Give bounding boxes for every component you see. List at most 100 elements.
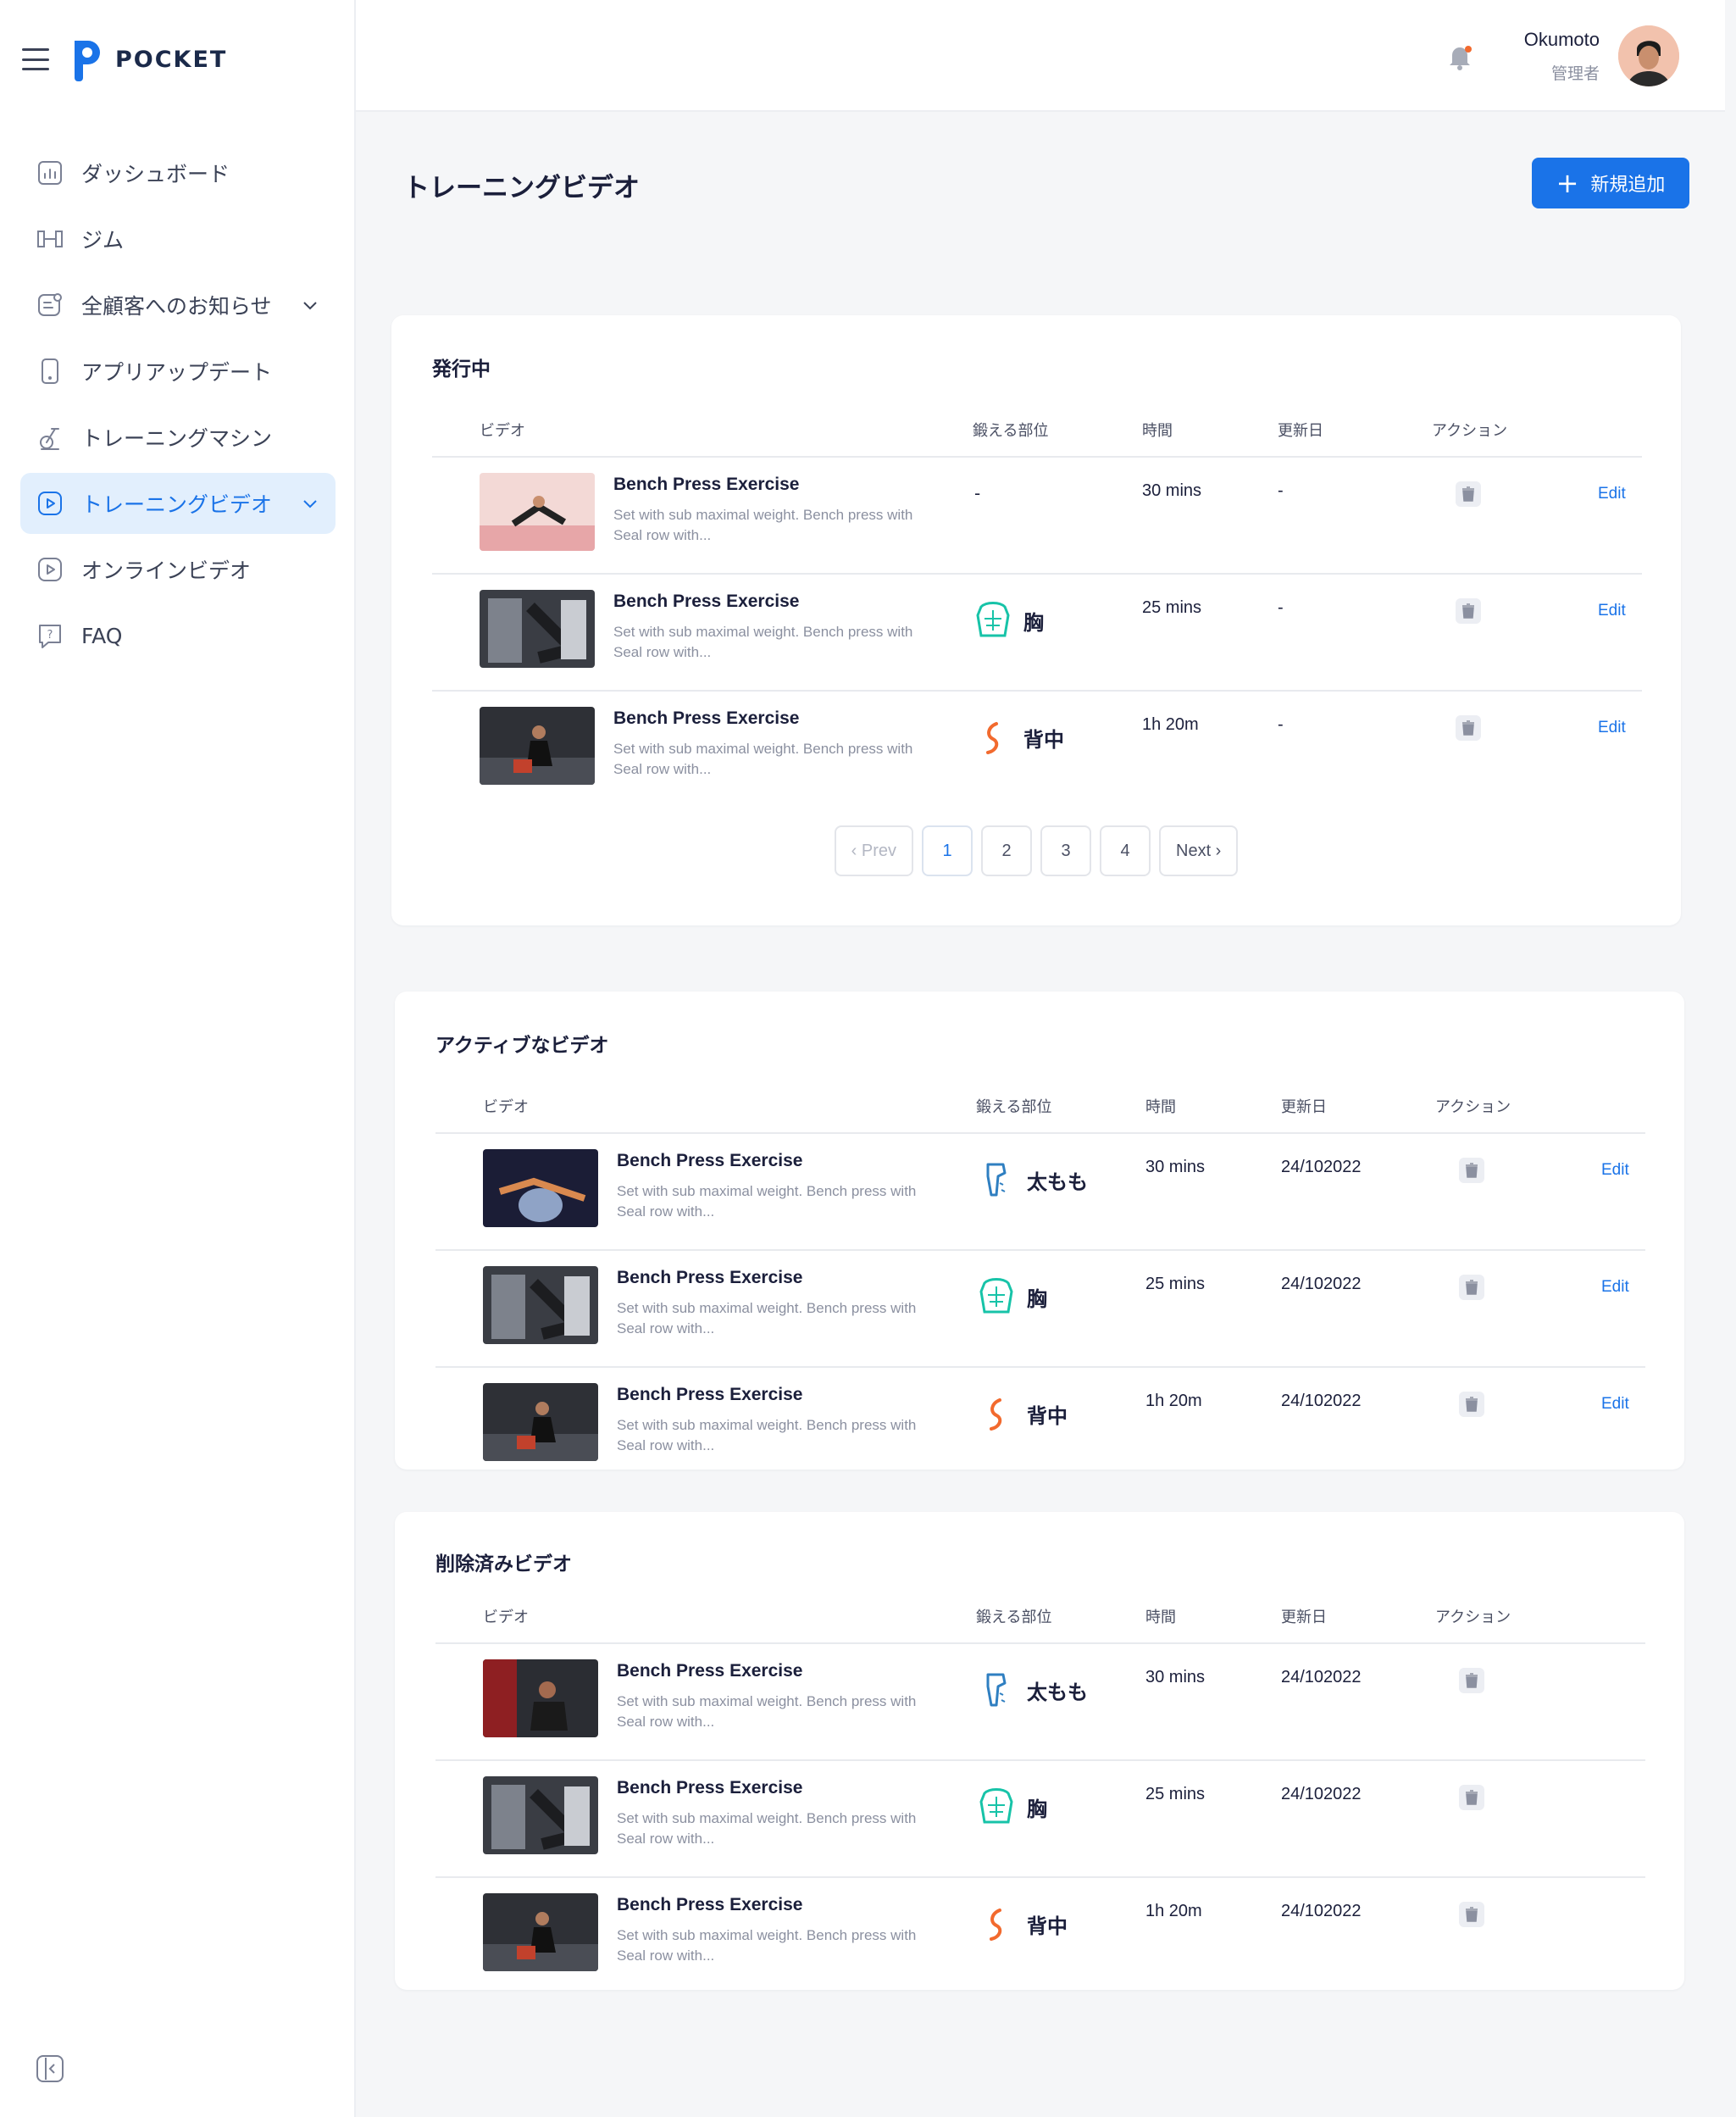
section-title: 削除済みビデオ [435,1553,572,1575]
active-videos-card: アクティブなビデオ ビデオ 鍛える部位 時間 更新日 アクション Bench P… [395,992,1684,1470]
video-title: Bench Press Exercise [617,1385,803,1404]
column-part: 鍛える部位 [976,1609,1052,1626]
topbar [356,0,1725,112]
video-thumbnail[interactable] [483,1659,598,1737]
video-duration: 1h 20m [1145,1392,1202,1410]
page-button[interactable]: 3 [1040,825,1091,876]
video-description: Set with sub maximal weight. Bench press… [613,507,913,543]
video-thumbnail[interactable] [483,1893,598,1971]
table-row[interactable]: Bench Press Exercise Set with sub maxima… [432,458,1642,575]
prev-label: Prev [861,841,896,860]
video-description: Set with sub maximal weight. Bench press… [617,1183,917,1220]
table-row[interactable]: Bench Press Exercise Set with sub maxima… [435,1251,1645,1368]
edit-link[interactable]: Edit [1601,1161,1629,1180]
sidebar-item-label: ダッシュボード [81,162,230,186]
table-row[interactable]: Bench Press Exercise Set with sub maxima… [435,1134,1645,1251]
chest-icon [979,1788,1013,1824]
menu-toggle-icon[interactable] [22,48,49,70]
column-video: ビデオ [483,1098,529,1116]
sidebar-item-training-video[interactable]: トレーニングビデオ [20,473,336,534]
video-title: Bench Press Exercise [617,1268,803,1287]
sidebar-item-gym[interactable]: ジム [20,208,336,269]
trash-icon[interactable] [1459,1785,1484,1810]
body-part: 胸 [978,1786,1047,1827]
chest-icon [976,602,1010,637]
video-thumbnail[interactable] [483,1149,598,1227]
trash-icon[interactable] [1456,598,1481,624]
trash-icon[interactable] [1459,1902,1484,1927]
table-row[interactable]: Bench Press Exercise Set with sub maxima… [432,575,1642,692]
body-part: 胸 [974,600,1044,641]
sidebar-item-label: オンラインビデオ [81,558,252,583]
body-part-label: 胸 [1027,1286,1047,1311]
table-header: ビデオ 鍛える部位 時間 更新日 アクション [435,1086,1645,1134]
updated-date: 24/102022 [1281,1668,1362,1686]
trash-icon[interactable] [1459,1668,1484,1693]
user-name[interactable]: Okumoto [1457,29,1600,51]
video-thumbnail[interactable] [483,1266,598,1344]
body-part: 太もも [978,1670,1088,1710]
video-thumbnail[interactable] [480,707,595,785]
chevron-down-icon[interactable] [300,493,320,514]
table-row[interactable]: Bench Press Exercise Set with sub maxima… [432,692,1642,808]
sidebar-item-label: アプリアップデート [81,360,273,385]
video-thumbnail[interactable] [480,473,595,551]
edit-link[interactable]: Edit [1598,719,1626,737]
trash-icon[interactable] [1459,1392,1484,1417]
body-part-label: - [974,483,981,503]
pagination: ‹ Prev 1 2 3 4 Next › [391,825,1681,876]
chart-icon [36,158,64,187]
video-thumbnail[interactable] [483,1383,598,1461]
column-duration: 時間 [1145,1098,1176,1116]
collapse-sidebar-icon[interactable] [36,2054,64,2083]
edit-link[interactable]: Edit [1598,602,1626,620]
chest-icon [979,1278,1013,1314]
video-title: Bench Press Exercise [617,1151,803,1170]
video-title: Bench Press Exercise [617,1778,803,1798]
sidebar-item-label: ジム [81,228,125,253]
table-row[interactable]: Bench Press Exercise Set with sub maxima… [435,1761,1645,1878]
trash-icon[interactable] [1459,1275,1484,1300]
video-thumbnail[interactable] [483,1776,598,1854]
sidebar-item-announcements[interactable]: 全顧客へのお知らせ [20,275,336,336]
video-thumbnail[interactable] [480,590,595,668]
column-updated: 更新日 [1281,1098,1327,1116]
video-title: Bench Press Exercise [617,1661,803,1681]
page-button[interactable]: 2 [981,825,1032,876]
sidebar-item-app-update[interactable]: アプリアップデート [20,341,336,402]
sidebar-item-dashboard[interactable]: ダッシュボード [20,142,336,203]
trash-icon[interactable] [1459,1158,1484,1183]
sidebar-item-label: FAQ [81,623,123,648]
edit-link[interactable]: Edit [1601,1278,1629,1297]
sidebar-item-training-machine[interactable]: トレーニングマシン [20,407,336,468]
page-button[interactable]: 4 [1100,825,1151,876]
video-title: Bench Press Exercise [613,708,800,728]
add-new-button[interactable]: + 新規追加 [1532,158,1689,208]
sidebar-item-label: トレーニングビデオ [81,492,273,517]
chevron-left-icon: ‹ [851,841,862,860]
prev-page-button[interactable]: ‹ Prev [834,825,913,876]
next-label: Next [1176,841,1212,860]
page-title: トレーニングビデオ [403,173,640,203]
page-button[interactable]: 1 [922,825,973,876]
sidebar-item-faq[interactable]: ? FAQ [20,605,336,666]
body-part: - [974,483,980,503]
avatar[interactable] [1618,25,1679,86]
next-page-button[interactable]: Next › [1159,825,1239,876]
edit-link[interactable]: Edit [1598,485,1626,503]
updated-date: 24/102022 [1281,1902,1362,1920]
updated-date: - [1278,715,1284,734]
user-role: 管理者 [1550,64,1600,83]
video-duration: 25 mins [1145,1785,1206,1803]
table-row[interactable]: Bench Press Exercise Set with sub maxima… [435,1878,1645,1995]
video-duration: 25 mins [1142,598,1202,617]
sidebar-item-online-video[interactable]: オンラインビデオ [20,539,336,600]
table-row[interactable]: Bench Press Exercise Set with sub maxima… [435,1644,1645,1761]
section-title: 発行中 [432,358,491,381]
edit-link[interactable]: Edit [1601,1395,1629,1414]
trash-icon[interactable] [1456,715,1481,741]
updated-date: 24/102022 [1281,1392,1362,1410]
trash-icon[interactable] [1456,481,1481,507]
chevron-down-icon[interactable] [300,295,320,315]
table-row[interactable]: Bench Press Exercise Set with sub maxima… [435,1368,1645,1485]
